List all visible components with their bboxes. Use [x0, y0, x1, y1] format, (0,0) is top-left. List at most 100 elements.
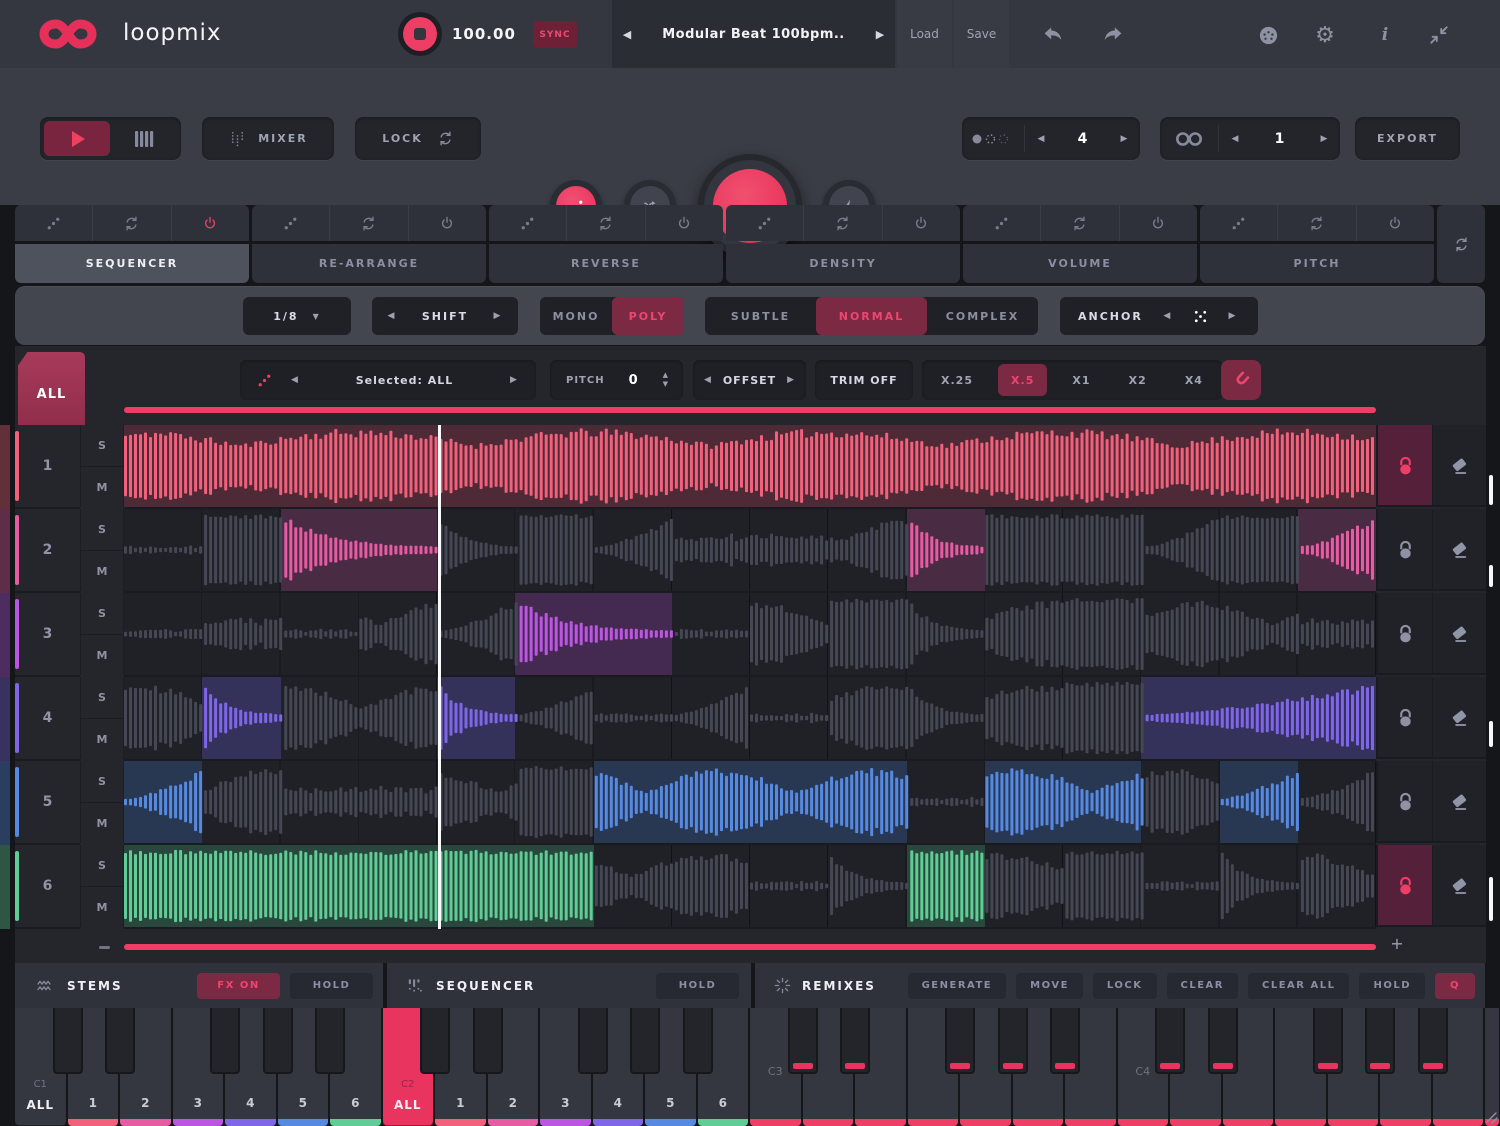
- info-icon[interactable]: i: [1372, 22, 1398, 48]
- stop-button[interactable]: [398, 12, 442, 56]
- loop-prev-icon[interactable]: ◀: [1219, 134, 1251, 144]
- black-key[interactable]: [420, 1008, 450, 1074]
- preset-prev-icon[interactable]: ◀: [612, 28, 642, 41]
- stems-hold-button[interactable]: HOLD: [290, 973, 373, 999]
- module-refresh-icon[interactable]: [566, 205, 644, 241]
- track-erase-button[interactable]: [1432, 677, 1486, 759]
- mono-button[interactable]: MONO: [540, 297, 612, 335]
- tab-volume[interactable]: VOLUME: [963, 244, 1197, 283]
- play-button[interactable]: [44, 121, 110, 156]
- track-scroll-indicator[interactable]: [1489, 475, 1493, 505]
- tab-sequencer[interactable]: SEQUENCER: [15, 244, 249, 283]
- track-lock-button[interactable]: [1376, 677, 1432, 759]
- resize-collapse-icon[interactable]: [1426, 22, 1452, 48]
- selected-next-icon[interactable]: ▶: [492, 375, 536, 385]
- mute-button[interactable]: M: [81, 635, 123, 676]
- undo-icon[interactable]: [1040, 22, 1066, 48]
- module-power-icon[interactable]: [408, 205, 486, 241]
- mute-button[interactable]: M: [81, 719, 123, 760]
- module-power-icon[interactable]: [1119, 205, 1197, 241]
- track-number[interactable]: 4: [15, 677, 80, 761]
- track-erase-button[interactable]: [1432, 425, 1486, 507]
- key-remix-partial[interactable]: [1485, 1008, 1499, 1126]
- anchor-next-icon[interactable]: ▶: [1208, 311, 1258, 321]
- black-key[interactable]: [840, 1008, 870, 1074]
- solo-button[interactable]: S: [81, 593, 123, 635]
- solo-button[interactable]: S: [81, 761, 123, 803]
- mute-button[interactable]: M: [81, 467, 123, 508]
- module-refresh-icon[interactable]: [803, 205, 881, 241]
- loop-range-bar-top[interactable]: [124, 407, 1376, 413]
- waveform-lane[interactable]: [124, 509, 1376, 593]
- waveform-lane[interactable]: [124, 593, 1376, 677]
- modules-global-refresh-button[interactable]: [1437, 205, 1485, 283]
- track-number[interactable]: 3: [15, 593, 80, 677]
- variation-prev-icon[interactable]: ◀: [1025, 134, 1057, 144]
- black-key[interactable]: [263, 1008, 293, 1074]
- module-dice-icon[interactable]: [489, 205, 566, 241]
- tab-reverse[interactable]: REVERSE: [489, 244, 723, 283]
- black-key[interactable]: [1313, 1008, 1343, 1074]
- preset-name[interactable]: Modular Beat 100bpm..: [642, 27, 865, 42]
- module-refresh-icon[interactable]: [1277, 205, 1355, 241]
- stems-fx-on-button[interactable]: FX ON: [197, 973, 280, 999]
- remixes-quantize-button[interactable]: Q: [1435, 973, 1475, 999]
- shift-left-icon[interactable]: ◀: [372, 311, 412, 321]
- module-power-icon[interactable]: [882, 205, 960, 241]
- module-refresh-icon[interactable]: [329, 205, 407, 241]
- black-key[interactable]: [788, 1008, 818, 1074]
- black-key[interactable]: [1155, 1008, 1185, 1074]
- global-lock-button[interactable]: LOCK: [355, 117, 481, 160]
- module-refresh-icon[interactable]: [1040, 205, 1118, 241]
- tab-pitch[interactable]: PITCH: [1200, 244, 1434, 283]
- black-key[interactable]: [578, 1008, 608, 1074]
- black-key[interactable]: [998, 1008, 1028, 1074]
- loop-next-icon[interactable]: ▶: [1308, 134, 1340, 144]
- load-button[interactable]: Load: [897, 0, 952, 68]
- mute-button[interactable]: M: [81, 551, 123, 592]
- black-key[interactable]: [1365, 1008, 1395, 1074]
- selected-track-value[interactable]: Selected: ALL: [317, 374, 492, 387]
- black-key[interactable]: [683, 1008, 713, 1074]
- remixes-generate-button[interactable]: GENERATE: [908, 973, 1007, 999]
- loop-range-bar-bottom[interactable]: [124, 944, 1376, 950]
- complex-button[interactable]: COMPLEX: [927, 297, 1038, 335]
- subtle-button[interactable]: SUBTLE: [705, 297, 816, 335]
- preset-next-icon[interactable]: ▶: [865, 28, 895, 41]
- track-lock-button[interactable]: [1376, 593, 1432, 675]
- save-button[interactable]: Save: [954, 0, 1009, 68]
- mixer-button[interactable]: MIXER: [202, 117, 334, 160]
- remixes-hold-button[interactable]: HOLD: [1359, 973, 1425, 999]
- module-power-icon[interactable]: [171, 205, 249, 241]
- sequencer-hold-button[interactable]: HOLD: [656, 973, 739, 999]
- solo-button[interactable]: S: [81, 845, 123, 887]
- black-key[interactable]: [1050, 1008, 1080, 1074]
- mute-button[interactable]: M: [81, 887, 123, 928]
- rate-dropdown[interactable]: 1/8 ▼: [243, 297, 351, 335]
- track-number[interactable]: 2: [15, 509, 80, 593]
- module-power-icon[interactable]: [645, 205, 723, 241]
- mute-button[interactable]: M: [81, 803, 123, 844]
- selected-prev-icon[interactable]: ◀: [273, 375, 317, 385]
- track-lock-button[interactable]: [1376, 761, 1432, 843]
- module-dice-icon[interactable]: [963, 205, 1040, 241]
- export-button[interactable]: EXPORT: [1355, 117, 1460, 160]
- waveform-lane[interactable]: [124, 845, 1376, 929]
- black-key[interactable]: [1418, 1008, 1448, 1074]
- midi-icon[interactable]: [1255, 22, 1281, 48]
- remixes-lock-button[interactable]: LOCK: [1093, 973, 1157, 999]
- speed-x1[interactable]: X1: [1059, 364, 1103, 396]
- module-refresh-icon[interactable]: [92, 205, 170, 241]
- black-key[interactable]: [630, 1008, 660, 1074]
- sync-button[interactable]: SYNC: [533, 21, 577, 48]
- solo-button[interactable]: S: [81, 677, 123, 719]
- normal-button[interactable]: NORMAL: [816, 297, 927, 335]
- tab-density[interactable]: DENSITY: [726, 244, 960, 283]
- keys-mode-button[interactable]: [110, 121, 177, 156]
- track-number[interactable]: 6: [15, 845, 80, 929]
- shift-right-icon[interactable]: ▶: [478, 311, 518, 321]
- track-scroll-indicator[interactable]: [1489, 721, 1493, 747]
- track-erase-button[interactable]: [1432, 761, 1486, 843]
- black-key[interactable]: [473, 1008, 503, 1074]
- offset-left-icon[interactable]: ◀: [693, 375, 723, 385]
